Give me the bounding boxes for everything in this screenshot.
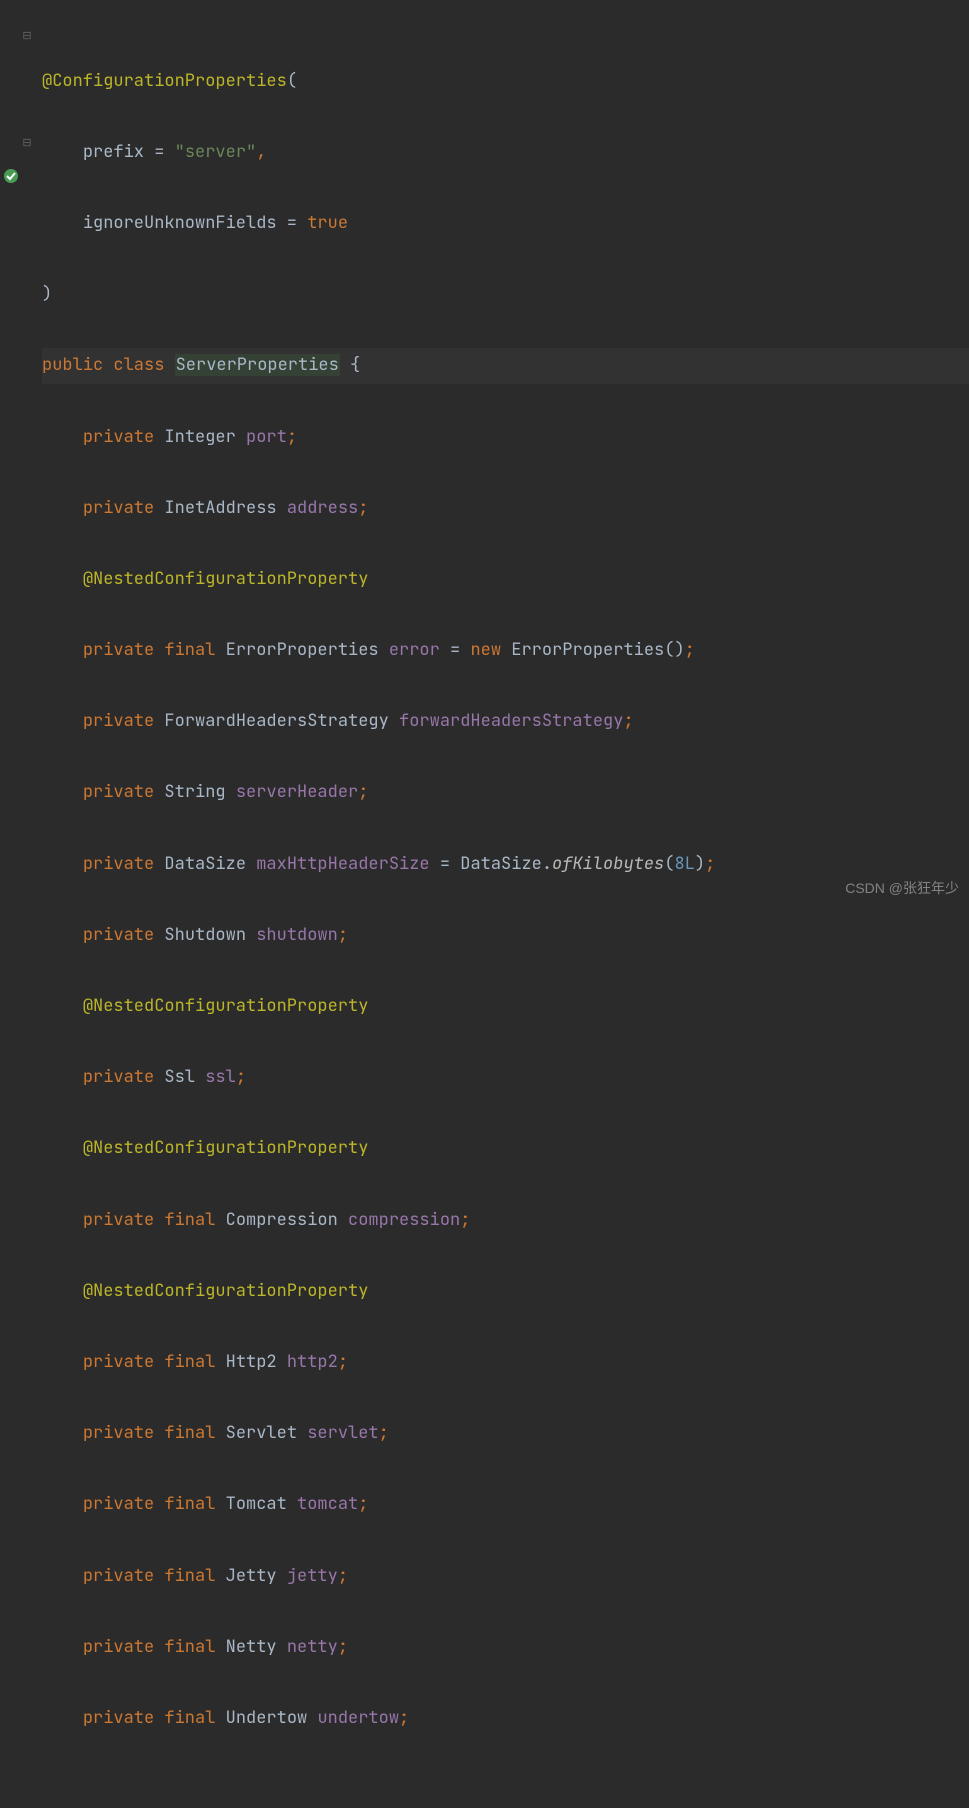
fold-close-icon[interactable]: ⊟ [22,138,32,148]
gutter: ⊟ ⊟ [0,0,34,906]
code-line: private final Servlet servlet; [42,1416,969,1452]
code-line: private final Compression compression; [42,1203,969,1239]
run-gutter-icon[interactable] [3,168,19,184]
code-line: private final Undertow undertow; [42,1701,969,1737]
code-line: @NestedConfigurationProperty [42,989,969,1025]
code-line: private String serverHeader; [42,775,969,811]
code-line: private DataSize maxHttpHeaderSize = Dat… [42,847,969,883]
code-line: private final Tomcat tomcat; [42,1487,969,1523]
code-line: @NestedConfigurationProperty [42,1274,969,1310]
code-line: ignoreUnknownFields = true [42,206,969,242]
code-editor[interactable]: ⊟ ⊟ @ConfigurationProperties( prefix = "… [0,0,969,906]
code-line: ) [42,277,969,313]
code-line: @NestedConfigurationProperty [42,1131,969,1167]
code-line: @ConfigurationProperties( [42,64,969,100]
code-line: private final Jetty jetty; [42,1559,969,1595]
code-line: private final Netty netty; [42,1630,969,1666]
code-area[interactable]: @ConfigurationProperties( prefix = "serv… [34,0,969,906]
code-line: prefix = "server", [42,135,969,171]
code-line-highlighted: public class ServerProperties { [42,348,969,384]
code-line: private InetAddress address; [42,491,969,527]
code-line: private Integer port; [42,420,969,456]
code-line: @NestedConfigurationProperty [42,562,969,598]
watermark-text: CSDN @张狂年少 [845,878,959,898]
code-line: private Shutdown shutdown; [42,918,969,954]
code-line: private final Http2 http2; [42,1345,969,1381]
code-line: private ForwardHeadersStrategy forwardHe… [42,704,969,740]
fold-collapse-icon[interactable]: ⊟ [22,31,32,41]
code-line: private final ErrorProperties error = ne… [42,633,969,669]
code-line: private Ssl ssl; [42,1060,969,1096]
